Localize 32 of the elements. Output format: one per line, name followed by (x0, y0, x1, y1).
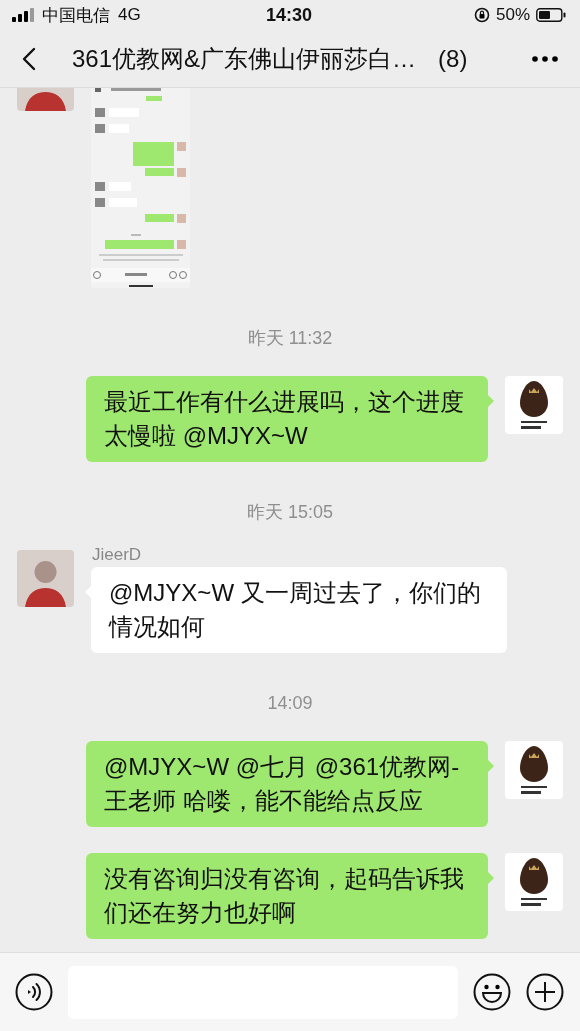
egg-logo-avatar[interactable] (505, 741, 563, 799)
member-count: (8) (438, 44, 468, 73)
clock-time: 14:30 (266, 4, 313, 25)
network-type: 4G (118, 5, 141, 25)
smiley-icon (473, 973, 511, 1011)
egg-logo-avatar[interactable] (505, 376, 563, 434)
message-bubble[interactable]: 最近工作有什么进展吗，这个进度太慢啦 @MJYX~W (86, 376, 488, 462)
message-bubble[interactable]: 没有咨询归没有咨询，起码告诉我们还在努力也好啊 (86, 853, 488, 939)
more-dots-icon (532, 55, 558, 62)
egg-logo-avatar[interactable] (505, 853, 563, 911)
message-bubble[interactable]: @MJYX~W 又一周过去了，你们的情况如何 (91, 567, 507, 653)
voice-icon (15, 973, 53, 1011)
timestamp: 14:09 (267, 692, 313, 715)
sender-name: JieerD (92, 545, 142, 565)
back-chevron-icon (22, 46, 36, 71)
signal-icon (12, 8, 34, 22)
voice-button[interactable] (15, 973, 53, 1011)
more-button[interactable] (532, 55, 558, 62)
timestamp: 昨天 15:05 (246, 501, 333, 524)
emoji-button[interactable] (473, 973, 511, 1011)
back-button[interactable] (22, 46, 36, 71)
chat-screenshot-drawing[interactable] (91, 88, 190, 288)
battery-percent: 50% (496, 5, 530, 25)
carrier-name: 中国电信 (42, 4, 110, 27)
battery-icon (536, 8, 566, 22)
person-avatar[interactable] (17, 550, 74, 607)
chat-title: 361优教网&广东佛山伊丽莎白… (72, 43, 417, 74)
orientation-lock-icon (474, 7, 490, 23)
add-button[interactable] (526, 973, 564, 1011)
message-bubble[interactable]: @MJYX~W @七月 @361优教网-王老师 哈喽，能不能给点反应 (86, 741, 488, 827)
plus-icon (526, 973, 564, 1011)
timestamp: 昨天 11:32 (247, 327, 333, 350)
